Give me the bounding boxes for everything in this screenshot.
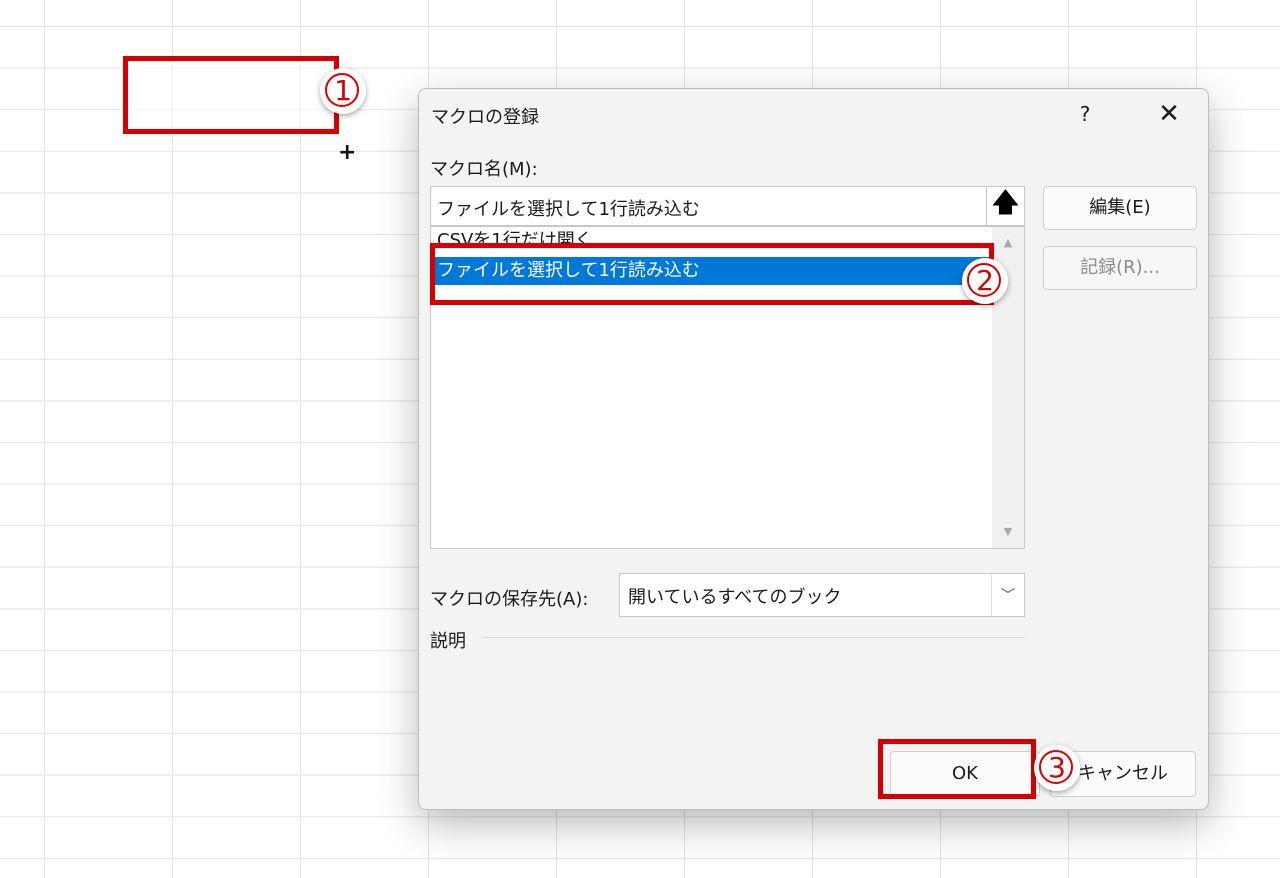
- help-button[interactable]: ?: [1070, 99, 1100, 129]
- macro-list[interactable]: CSVを1行だけ開く ファイルを選択して1行読み込む ▲ ▼: [430, 226, 1025, 549]
- list-item[interactable]: CSVを1行だけ開く: [431, 227, 991, 255]
- macro-name-label: マクロ名(M):: [430, 159, 538, 180]
- record-button[interactable]: 記録(R)...: [1043, 246, 1197, 290]
- cell-cursor-icon: +: [338, 140, 357, 165]
- scroll-up-icon[interactable]: ▲: [992, 231, 1024, 255]
- description-label: 説明: [430, 631, 466, 652]
- store-in-value: 開いているすべてのブック: [628, 587, 842, 608]
- chevron-down-icon[interactable]: ﹀: [991, 574, 1024, 616]
- list-item-selected[interactable]: ファイルを選択して1行読み込む: [431, 257, 991, 285]
- selected-cell-range[interactable]: [123, 56, 339, 134]
- assign-macro-dialog: マクロの登録 ? ✕ マクロ名(M): ファイルを選択して1行読み込む 🡅 CS…: [418, 88, 1209, 810]
- description-divider: [481, 637, 1025, 638]
- store-in-select[interactable]: 開いているすべてのブック ﹀: [619, 573, 1025, 617]
- dialog-title: マクロの登録: [431, 107, 539, 128]
- close-button[interactable]: ✕: [1146, 97, 1192, 131]
- store-in-label: マクロの保存先(A):: [430, 589, 589, 610]
- ok-button[interactable]: OK: [890, 751, 1040, 797]
- up-arrow-icon[interactable]: 🡅: [986, 187, 1024, 225]
- macro-name-input[interactable]: ファイルを選択して1行読み込む: [430, 186, 1025, 226]
- step-marker-3: 3: [1034, 745, 1080, 791]
- edit-button[interactable]: 編集(E): [1043, 186, 1197, 230]
- step-marker-1: 1: [320, 68, 366, 114]
- scroll-down-icon[interactable]: ▼: [992, 520, 1024, 544]
- step-marker-2: 2: [962, 258, 1008, 304]
- dialog-titlebar: マクロの登録 ? ✕: [419, 89, 1208, 141]
